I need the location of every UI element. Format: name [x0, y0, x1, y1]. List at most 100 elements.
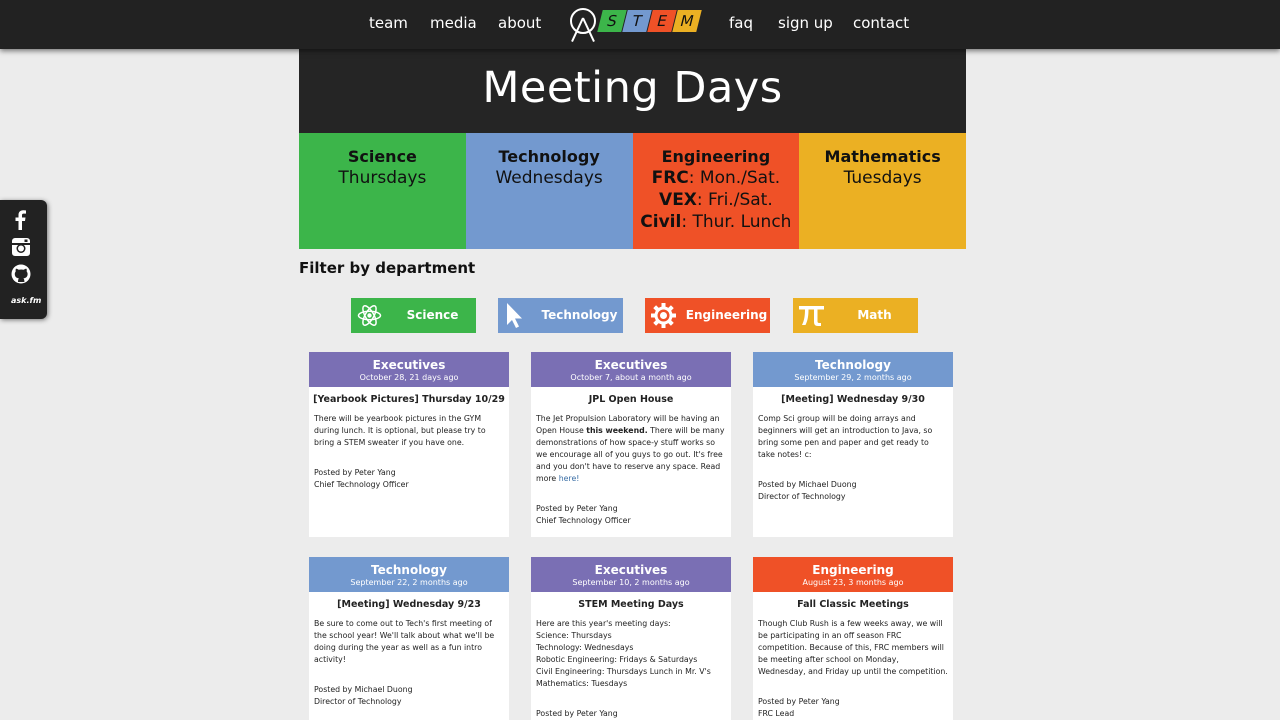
page-title: Meeting Days [482, 63, 783, 113]
dept-technology: Technology Wednesdays [465, 133, 633, 249]
post-title: JPL Open House [588, 394, 674, 405]
filter-button-label: Math [857, 308, 892, 322]
instagram-icon[interactable] [11, 237, 31, 257]
dept-name: Engineering [661, 147, 771, 166]
dept-day: Tuesdays [843, 168, 922, 188]
dept-day: Wednesdays [495, 168, 603, 188]
post-author: Posted by Peter Yang [314, 468, 396, 477]
dept-name: Technology [498, 147, 600, 166]
post-text-line: Robotic Engineering: Fridays & Saturdays [536, 655, 698, 664]
dept-name: Science [347, 147, 417, 166]
post-text: Be sure to come out to Tech's first meet… [314, 619, 495, 664]
post-text-line: Here are this year's meeting days: [536, 619, 671, 628]
read-more-link[interactable]: here! [559, 474, 580, 483]
post-date: September 10, 2 months ago [572, 578, 690, 587]
post-author-role: FRC Lead [758, 709, 795, 718]
post-author-role: Chief Technology Officer [314, 480, 409, 489]
filter-button-label: Technology [541, 308, 618, 322]
github-icon[interactable] [11, 264, 31, 284]
stem-logo[interactable]: S T E M [568, 4, 702, 44]
post-title: [Yearbook Pictures] Thursday 10/29 [313, 394, 505, 405]
filter-engineering-button[interactable]: Engineering [645, 298, 770, 333]
post-text-line: Science: Thursdays [536, 631, 612, 640]
pi-icon [797, 301, 826, 330]
cursor-icon [502, 301, 531, 330]
post-body: Comp Sci group will be doing arrays and … [753, 405, 953, 503]
post-date: October 28, 21 days ago [359, 373, 459, 382]
dept-mathematics: Mathematics Tuesdays [799, 133, 966, 249]
post-body: There will be yearbook pictures in the G… [309, 405, 509, 491]
filter-math-button[interactable]: Math [793, 298, 918, 333]
post-card[interactable]: Executives October 7, about a month ago … [531, 352, 731, 537]
meeting-days-header: Meeting Days [299, 49, 966, 133]
post-body: Though Club Rush is a few weeks away, we… [753, 610, 953, 720]
post-title: STEM Meeting Days [578, 599, 684, 610]
post-date: October 7, about a month ago [570, 373, 692, 382]
post-date: September 29, 2 months ago [794, 373, 912, 382]
post-header: Executives October 28, 21 days ago [309, 352, 509, 387]
post-text-line: Civil Engineering: Thursdays Lunch in Mr… [536, 667, 711, 676]
post-header: Executives September 10, 2 months ago [531, 557, 731, 592]
post-text: There will be yearbook pictures in the G… [314, 414, 486, 447]
post-author: Posted by Michael Duong [758, 480, 857, 489]
post-category: Technology [815, 358, 891, 372]
facebook-icon[interactable] [11, 210, 31, 230]
post-card[interactable]: Executives September 10, 2 months ago ST… [531, 557, 731, 720]
post-header: Technology September 29, 2 months ago [753, 352, 953, 387]
dept-day-vex: VEX: Fri./Sat. [659, 190, 773, 210]
social-sidebar: ask.fm [0, 200, 47, 319]
post-body: The Jet Propulsion Laboratory will be ha… [531, 405, 731, 527]
top-navbar: team media about S T E M faq sign up con… [0, 0, 1280, 49]
post-date: August 23, 3 months ago [802, 578, 904, 587]
post-category: Executives [372, 358, 446, 372]
nav-link-media[interactable]: media [430, 14, 477, 32]
nav-link-contact[interactable]: contact [853, 14, 909, 32]
nav-link-sign-up[interactable]: sign up [778, 14, 833, 32]
post-author-role: Chief Technology Officer [536, 516, 631, 525]
filter-technology-button[interactable]: Technology [498, 298, 623, 333]
post-title: Fall Classic Meetings [797, 599, 909, 610]
post-title: [Meeting] Wednesday 9/30 [781, 394, 925, 405]
dept-science: Science Thursdays [299, 133, 466, 249]
nav-link-faq[interactable]: faq [729, 14, 753, 32]
post-title: [Meeting] Wednesday 9/23 [337, 599, 481, 610]
post-header: Engineering August 23, 3 months ago [753, 557, 953, 592]
post-text-line: Technology: Wednesdays [536, 643, 634, 652]
logo-letter-m: M [672, 10, 702, 32]
post-text: The Jet Propulsion Laboratory will be ha… [536, 414, 725, 483]
post-card[interactable]: Technology September 22, 2 months ago [M… [309, 557, 509, 720]
askfm-link[interactable]: ask.fm [11, 296, 41, 305]
nav-link-about[interactable]: about [498, 14, 541, 32]
post-header: Technology September 22, 2 months ago [309, 557, 509, 592]
post-author: Posted by Peter Yang [536, 504, 618, 513]
dept-name: Mathematics [824, 147, 941, 166]
post-card[interactable]: Technology September 29, 2 months ago [M… [753, 352, 953, 537]
dept-day: Thursdays [338, 168, 427, 188]
department-days: Science Thursdays Technology Wednesdays … [299, 133, 966, 249]
nav-link-team[interactable]: team [369, 14, 408, 32]
post-category: Engineering [812, 563, 894, 577]
post-category: Executives [594, 563, 668, 577]
post-author: Posted by Peter Yang [536, 709, 618, 718]
filter-title: Filter by department [299, 259, 476, 277]
post-author: Posted by Peter Yang [758, 697, 840, 706]
post-author: Posted by Michael Duong [314, 685, 413, 694]
post-header: Executives October 7, about a month ago [531, 352, 731, 387]
dept-engineering: Engineering FRC: Mon./Sat. VEX: Fri./Sat… [632, 133, 800, 249]
post-body: Here are this year's meeting days: Scien… [531, 610, 731, 720]
post-card[interactable]: Engineering August 23, 3 months ago Fall… [753, 557, 953, 720]
filter-button-label: Engineering [685, 308, 768, 322]
atom-icon [355, 301, 384, 330]
dept-day-frc: FRC: Mon./Sat. [651, 168, 781, 188]
post-card[interactable]: Executives October 28, 21 days ago [Year… [309, 352, 509, 537]
dept-day-civil: Civil: Thur. Lunch [640, 212, 792, 232]
post-category: Executives [594, 358, 668, 372]
post-date: September 22, 2 months ago [350, 578, 468, 587]
post-text: Comp Sci group will be doing arrays and … [758, 414, 933, 459]
post-author-role: Director of Technology [314, 697, 402, 706]
post-text: Though Club Rush is a few weeks away, we… [758, 619, 948, 676]
gear-icon [649, 301, 678, 330]
post-category: Technology [371, 563, 447, 577]
post-author-role: Director of Technology [758, 492, 846, 501]
filter-science-button[interactable]: Science [351, 298, 476, 333]
